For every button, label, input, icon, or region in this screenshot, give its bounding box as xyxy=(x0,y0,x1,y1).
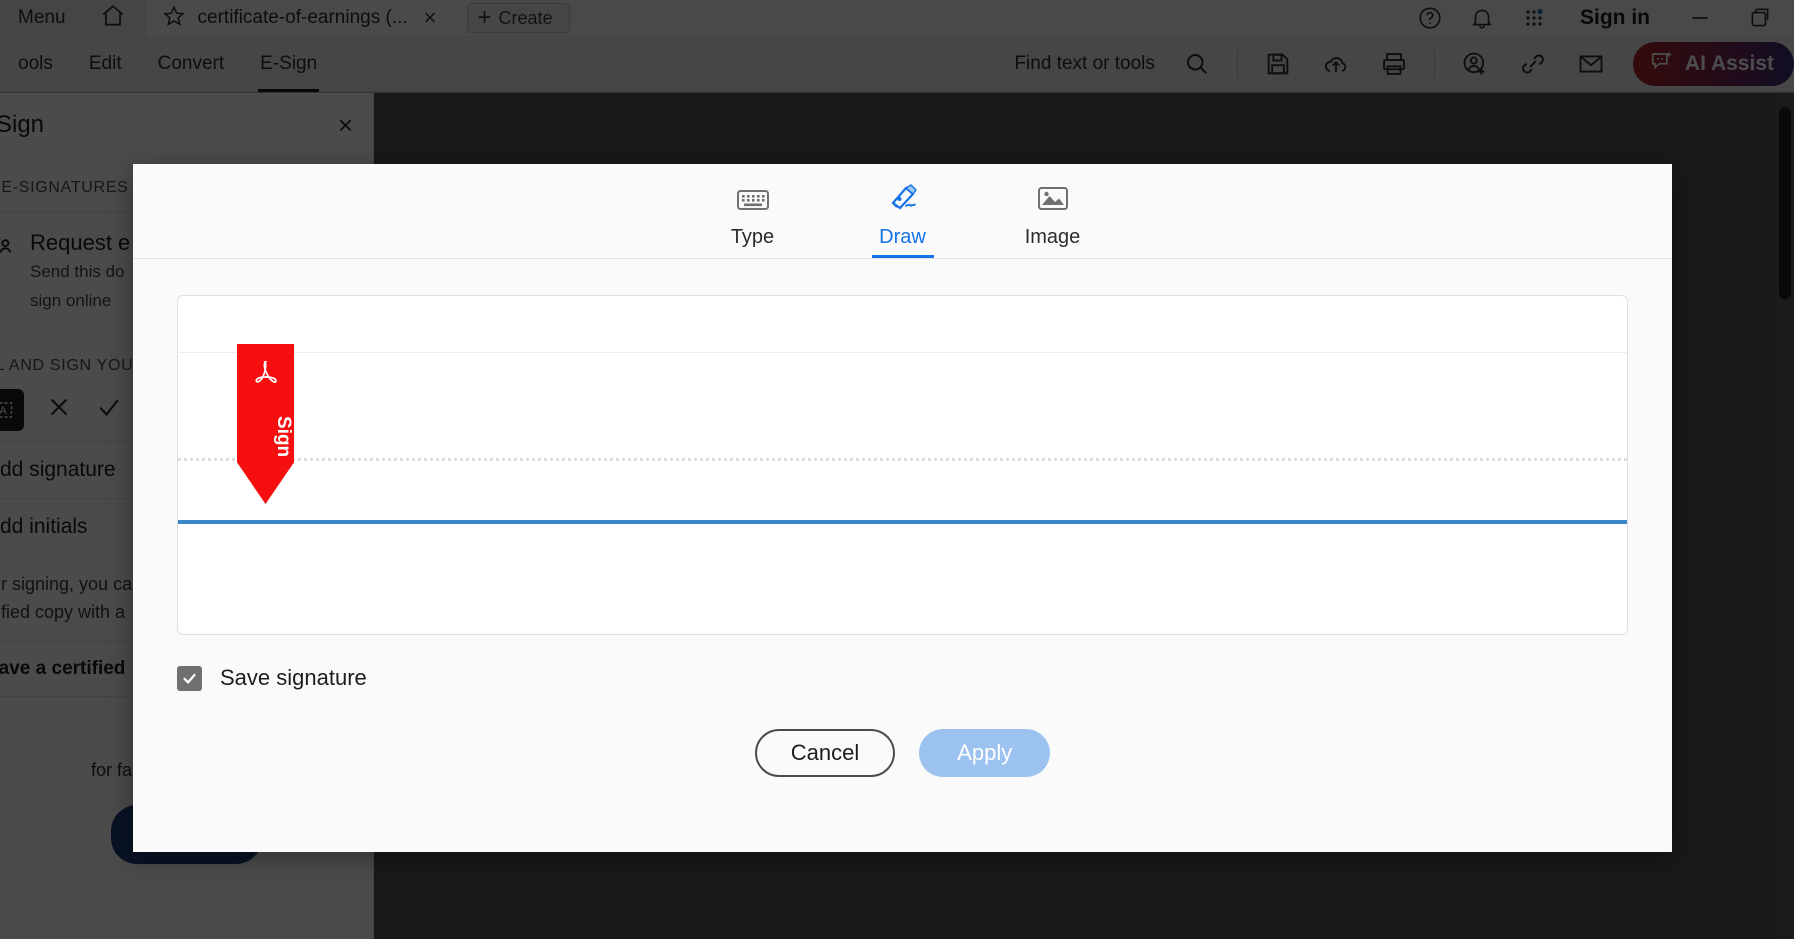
dialog-actions: Cancel Apply xyxy=(133,729,1672,777)
bell-icon[interactable] xyxy=(1456,0,1508,36)
save-signature-checkbox[interactable] xyxy=(177,665,202,691)
request-esignatures-title: Request e xyxy=(30,230,131,255)
app-grid-icon[interactable] xyxy=(1508,0,1560,36)
ai-sparkle-chat-icon xyxy=(1649,48,1675,80)
ai-assistant-label: AI Assist xyxy=(1684,51,1774,75)
canvas-guide-line-top xyxy=(178,352,1627,353)
add-person-icon[interactable] xyxy=(1447,36,1503,92)
home-button[interactable] xyxy=(79,0,146,36)
help-circle-icon[interactable] xyxy=(1404,0,1456,36)
pen-draw-icon xyxy=(886,183,920,218)
main-toolbar: ools Edit Convert E-Sign Find text or to… xyxy=(0,36,1794,92)
toolbar-divider-2 xyxy=(1433,49,1435,78)
tab-image[interactable]: Image xyxy=(1016,185,1090,258)
scrollbar-thumb[interactable] xyxy=(1779,107,1791,299)
tab-type-label: Type xyxy=(730,226,775,248)
check-mark-icon[interactable] xyxy=(94,392,124,429)
menu-label: Menu xyxy=(18,7,66,28)
star-icon[interactable] xyxy=(162,4,186,33)
sidebar-header: -Sign × xyxy=(0,93,373,157)
cloud-upload-icon[interactable] xyxy=(1308,36,1364,92)
save-certified-label: Save a certified xyxy=(0,658,126,680)
print-icon[interactable] xyxy=(1366,36,1422,92)
save-signature-label: Save signature xyxy=(220,665,367,690)
toolbar-divider-1 xyxy=(1236,49,1238,78)
menu-tab-convert-label: Convert xyxy=(157,52,225,74)
link-icon[interactable] xyxy=(1505,36,1561,92)
close-tab-icon[interactable]: × xyxy=(420,7,441,29)
ai-assistant-button[interactable]: AI Assist xyxy=(1632,41,1794,86)
tab-image-label: Image xyxy=(1024,226,1081,248)
tab-draw[interactable]: Draw xyxy=(866,183,940,258)
menu-tab-edit[interactable]: Edit xyxy=(71,36,140,92)
create-button[interactable]: + Create xyxy=(466,3,570,33)
tab-type[interactable]: Type xyxy=(716,187,790,258)
sidebar-title: -Sign xyxy=(0,111,45,138)
menu-tab-esign[interactable]: E-Sign xyxy=(242,36,335,92)
menu-tab-tools-label: ools xyxy=(18,52,53,74)
document-tab[interactable]: certificate-of-earnings (... × xyxy=(145,0,453,36)
add-text-box-icon[interactable]: A xyxy=(0,389,24,432)
plus-icon: + xyxy=(477,4,492,31)
toolbar-right-group: Find text or tools AI Assist xyxy=(1014,36,1794,92)
home-icon xyxy=(100,3,126,34)
cross-mark-icon[interactable] xyxy=(44,392,74,429)
menu-tab-convert[interactable]: Convert xyxy=(140,36,243,92)
minimize-button[interactable] xyxy=(1670,0,1730,36)
apply-label: Apply xyxy=(957,740,1013,765)
image-picture-icon xyxy=(1037,185,1069,218)
add-signature-label: Add signature xyxy=(0,458,116,482)
add-initials-label: Add initials xyxy=(0,515,88,539)
titlebar-right-group: Sign in xyxy=(1404,0,1794,36)
tab-draw-label: Draw xyxy=(879,226,926,248)
signature-dialog: Type Draw Image Sign Save signature Canc… xyxy=(133,164,1672,852)
svg-text:A: A xyxy=(0,405,7,417)
sign-here-flag: Sign xyxy=(237,344,294,504)
menu-tab-esign-label: E-Sign xyxy=(260,52,318,74)
restore-window-icon[interactable] xyxy=(1730,0,1790,36)
vertical-scrollbar[interactable] xyxy=(1776,93,1794,939)
save-disk-icon[interactable] xyxy=(1250,36,1306,92)
menu-button[interactable]: Menu xyxy=(0,0,80,36)
cancel-label: Cancel xyxy=(790,740,860,765)
signature-mode-tabs: Type Draw Image xyxy=(133,164,1672,259)
keyboard-icon xyxy=(736,187,770,218)
mail-icon[interactable] xyxy=(1563,36,1619,92)
sign-in-label: Sign in xyxy=(1580,6,1650,29)
sign-in-button[interactable]: Sign in xyxy=(1560,6,1670,30)
adobe-acrobat-icon xyxy=(237,358,294,392)
request-esignatures-sub-1: Send this do xyxy=(30,262,125,281)
request-signatures-icon xyxy=(0,230,16,313)
titlebar: Menu certificate-of-earnings (... × + Cr… xyxy=(0,0,1794,36)
menu-tab-tools[interactable]: ools xyxy=(0,36,71,92)
signature-draw-canvas[interactable]: Sign xyxy=(177,295,1628,635)
sign-flag-label: Sign xyxy=(273,416,294,458)
document-tab-title: certificate-of-earnings (... xyxy=(197,7,408,28)
create-label: Create xyxy=(498,7,553,28)
find-text-label: Find text or tools xyxy=(1014,52,1155,74)
close-sidebar-icon[interactable]: × xyxy=(338,110,353,141)
request-esignatures-sub-2: sign online xyxy=(30,290,112,310)
menu-tab-edit-label: Edit xyxy=(88,52,122,74)
acrobat-window: Menu certificate-of-earnings (... × + Cr… xyxy=(0,0,1794,939)
canvas-guide-line-dashed xyxy=(178,458,1627,461)
apply-button[interactable]: Apply xyxy=(919,729,1051,777)
cancel-button[interactable]: Cancel xyxy=(754,729,896,777)
canvas-signature-baseline xyxy=(178,520,1627,524)
save-signature-row[interactable]: Save signature xyxy=(177,665,1672,691)
search-icon[interactable] xyxy=(1169,36,1225,92)
